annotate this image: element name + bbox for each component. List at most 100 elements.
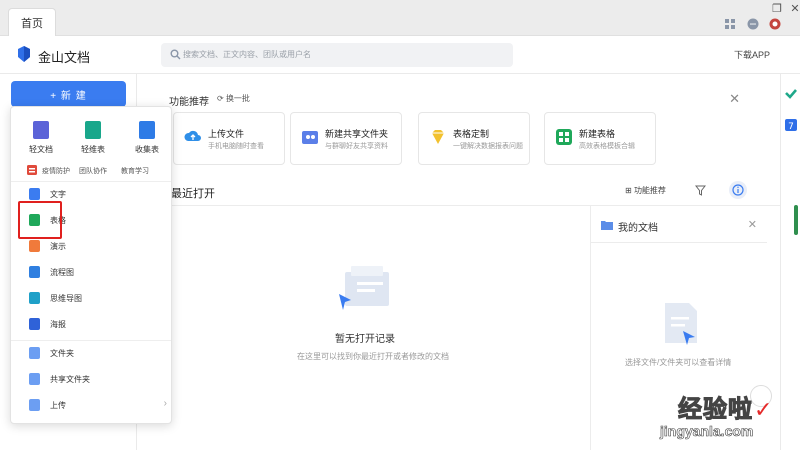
doc-panel-title: 我的文档 [618,223,658,234]
watermark-check: ✓ [754,397,773,422]
card-title: 上传文件 [208,129,245,139]
info-icon [732,184,744,196]
card-subtitle: 与群聊好友共享资料 [325,143,388,150]
shared-folder-icon [29,373,40,385]
avatar[interactable] [769,18,781,30]
light-doc-icon [33,121,49,139]
quick-light-table[interactable]: 轻维表 [73,121,113,157]
menu-item-label: 演示 [50,242,66,251]
folder-icon [601,221,613,230]
check-app-icon[interactable] [784,87,798,101]
menu-item-label: 思维导图 [50,294,82,303]
card-new-table[interactable]: 新建表格 高效表格模板合辑 [544,112,656,165]
title-bar: 首页 ❐ ✕ [0,0,800,36]
diamond-icon [432,130,444,144]
card-subtitle: 手机电脑随时查看 [208,143,264,150]
shared-folder-icon [302,131,318,144]
card-title: 表格定制 [453,129,490,139]
search-icon [170,49,181,60]
card-subtitle: 一键解决数据报表问题 [453,143,523,150]
watermark-text: 经验啦 [678,396,753,424]
kdocs-logo-icon [18,46,30,62]
menu-item-poster[interactable]: 海报 [27,314,167,336]
card-upload-file[interactable]: 上传文件 手机电脑随时查看 [173,112,285,165]
chevron-right-icon: › [163,398,167,409]
watermark: 经验啦 ✓ jingyanla.com [650,383,795,445]
restore-window-button[interactable]: ❐ [768,2,786,15]
quick-light-doc[interactable]: 轻文档 [21,121,61,157]
filter-icon[interactable] [695,185,706,196]
card-table-custom[interactable]: 表格定制 一键解决数据报表问题 [418,112,530,165]
card-subtitle: 高效表格模板合辑 [579,143,635,150]
menu-item-label: 流程图 [50,268,74,277]
app-header: 金山文档 搜索文档、正文内容、团队或用户名 下载APP [0,36,800,74]
menu-item-label: 共享文件夹 [50,375,90,384]
quick-label: 轻文档 [29,145,53,154]
menu-item-shared-folder[interactable]: 共享文件夹 [27,369,167,391]
search-input[interactable]: 搜索文档、正文内容、团队或用户名 [161,43,513,67]
refresh-button[interactable]: ⟳ 换一批 [217,93,250,104]
menu-item-label: 上传 [50,401,66,410]
apps-grid-icon[interactable] [724,18,736,30]
menu-item-flowchart[interactable]: 流程图 [27,262,167,284]
svg-text:7: 7 [788,122,794,132]
mindmap-icon [29,292,40,304]
flowchart-icon [29,266,40,278]
highlight-box [18,201,62,239]
close-window-button[interactable]: ✕ [786,2,800,15]
tab-home-label: 首页 [21,17,43,30]
menu-item-upload[interactable]: 上传 › [27,395,167,417]
menu-divider [11,181,171,182]
collect-form-icon [139,121,155,139]
template-link[interactable]: 团队协作 [79,166,107,176]
presentation-icon [29,240,40,252]
message-icon[interactable] [747,18,759,30]
recent-title: 最近打开 [171,188,215,200]
feature-title: 功能推荐 [169,97,209,108]
template-link[interactable]: 教育学习 [121,166,149,176]
table-icon [556,129,572,145]
quick-collect-form[interactable]: 收集表 [127,121,167,157]
feature-recommend-label: 功能推荐 [633,186,666,195]
empty-subtitle: 在这里可以找到你最近打开或者修改的文档 [297,352,449,361]
card-title: 新建共享文件夹 [325,129,389,139]
menu-item-folder[interactable]: 文件夹 [27,343,167,365]
empty-box-illustration [339,266,389,310]
light-table-icon [85,121,101,139]
menu-item-label: 海报 [50,320,66,329]
card-title: 新建表格 [579,129,616,139]
info-button[interactable] [729,181,747,199]
menu-item-label: 文件夹 [50,349,74,358]
doc-panel-header: 我的文档 ✕ [591,206,767,243]
tab-home[interactable]: 首页 [8,8,56,36]
quick-label: 收集表 [135,145,159,154]
scrollbar[interactable] [794,205,798,235]
watermark-url: jingyanla.com [660,423,754,440]
feature-recommend-button[interactable]: ⊞ 功能推荐 [625,185,666,196]
quick-label: 轻维表 [81,145,105,154]
upload-icon [29,399,40,411]
empty-title: 暂无打开记录 [335,334,395,345]
cloud-upload-icon [184,130,201,141]
calendar-icon[interactable]: 7 [784,118,798,132]
document-illustration [665,303,697,345]
template-row: 疫情防护 团队协作 教育学习 [27,165,167,177]
brand-name: 金山文档 [38,50,91,65]
search-placeholder: 搜索文档、正文内容、团队或用户名 [183,50,311,59]
doc-panel-empty-text: 选择文件/文件夹可以查看详情 [625,358,732,367]
template-link[interactable]: 疫情防护 [42,166,70,176]
menu-item-mindmap[interactable]: 思维导图 [27,288,167,310]
new-button[interactable]: + 新 建 [11,81,126,107]
card-new-shared-folder[interactable]: 新建共享文件夹 与群聊好友共享资料 [290,112,402,165]
folder-icon [29,347,40,359]
feature-close-button[interactable]: ✕ [729,91,740,107]
menu-item-presentation[interactable]: 演示 [27,236,167,258]
new-dropdown-menu: 轻文档 轻维表 收集表 疫情防护 团队协作 教育学习 文字 表格 演示 流程图 … [10,106,172,424]
text-doc-icon [29,188,40,200]
template-icon [27,165,37,175]
refresh-label: 换一批 [225,94,250,103]
download-app-link[interactable]: 下载APP [734,48,770,61]
doc-panel-close-button[interactable]: ✕ [748,218,757,231]
menu-item-label: 文字 [50,190,66,199]
poster-icon [29,318,40,330]
